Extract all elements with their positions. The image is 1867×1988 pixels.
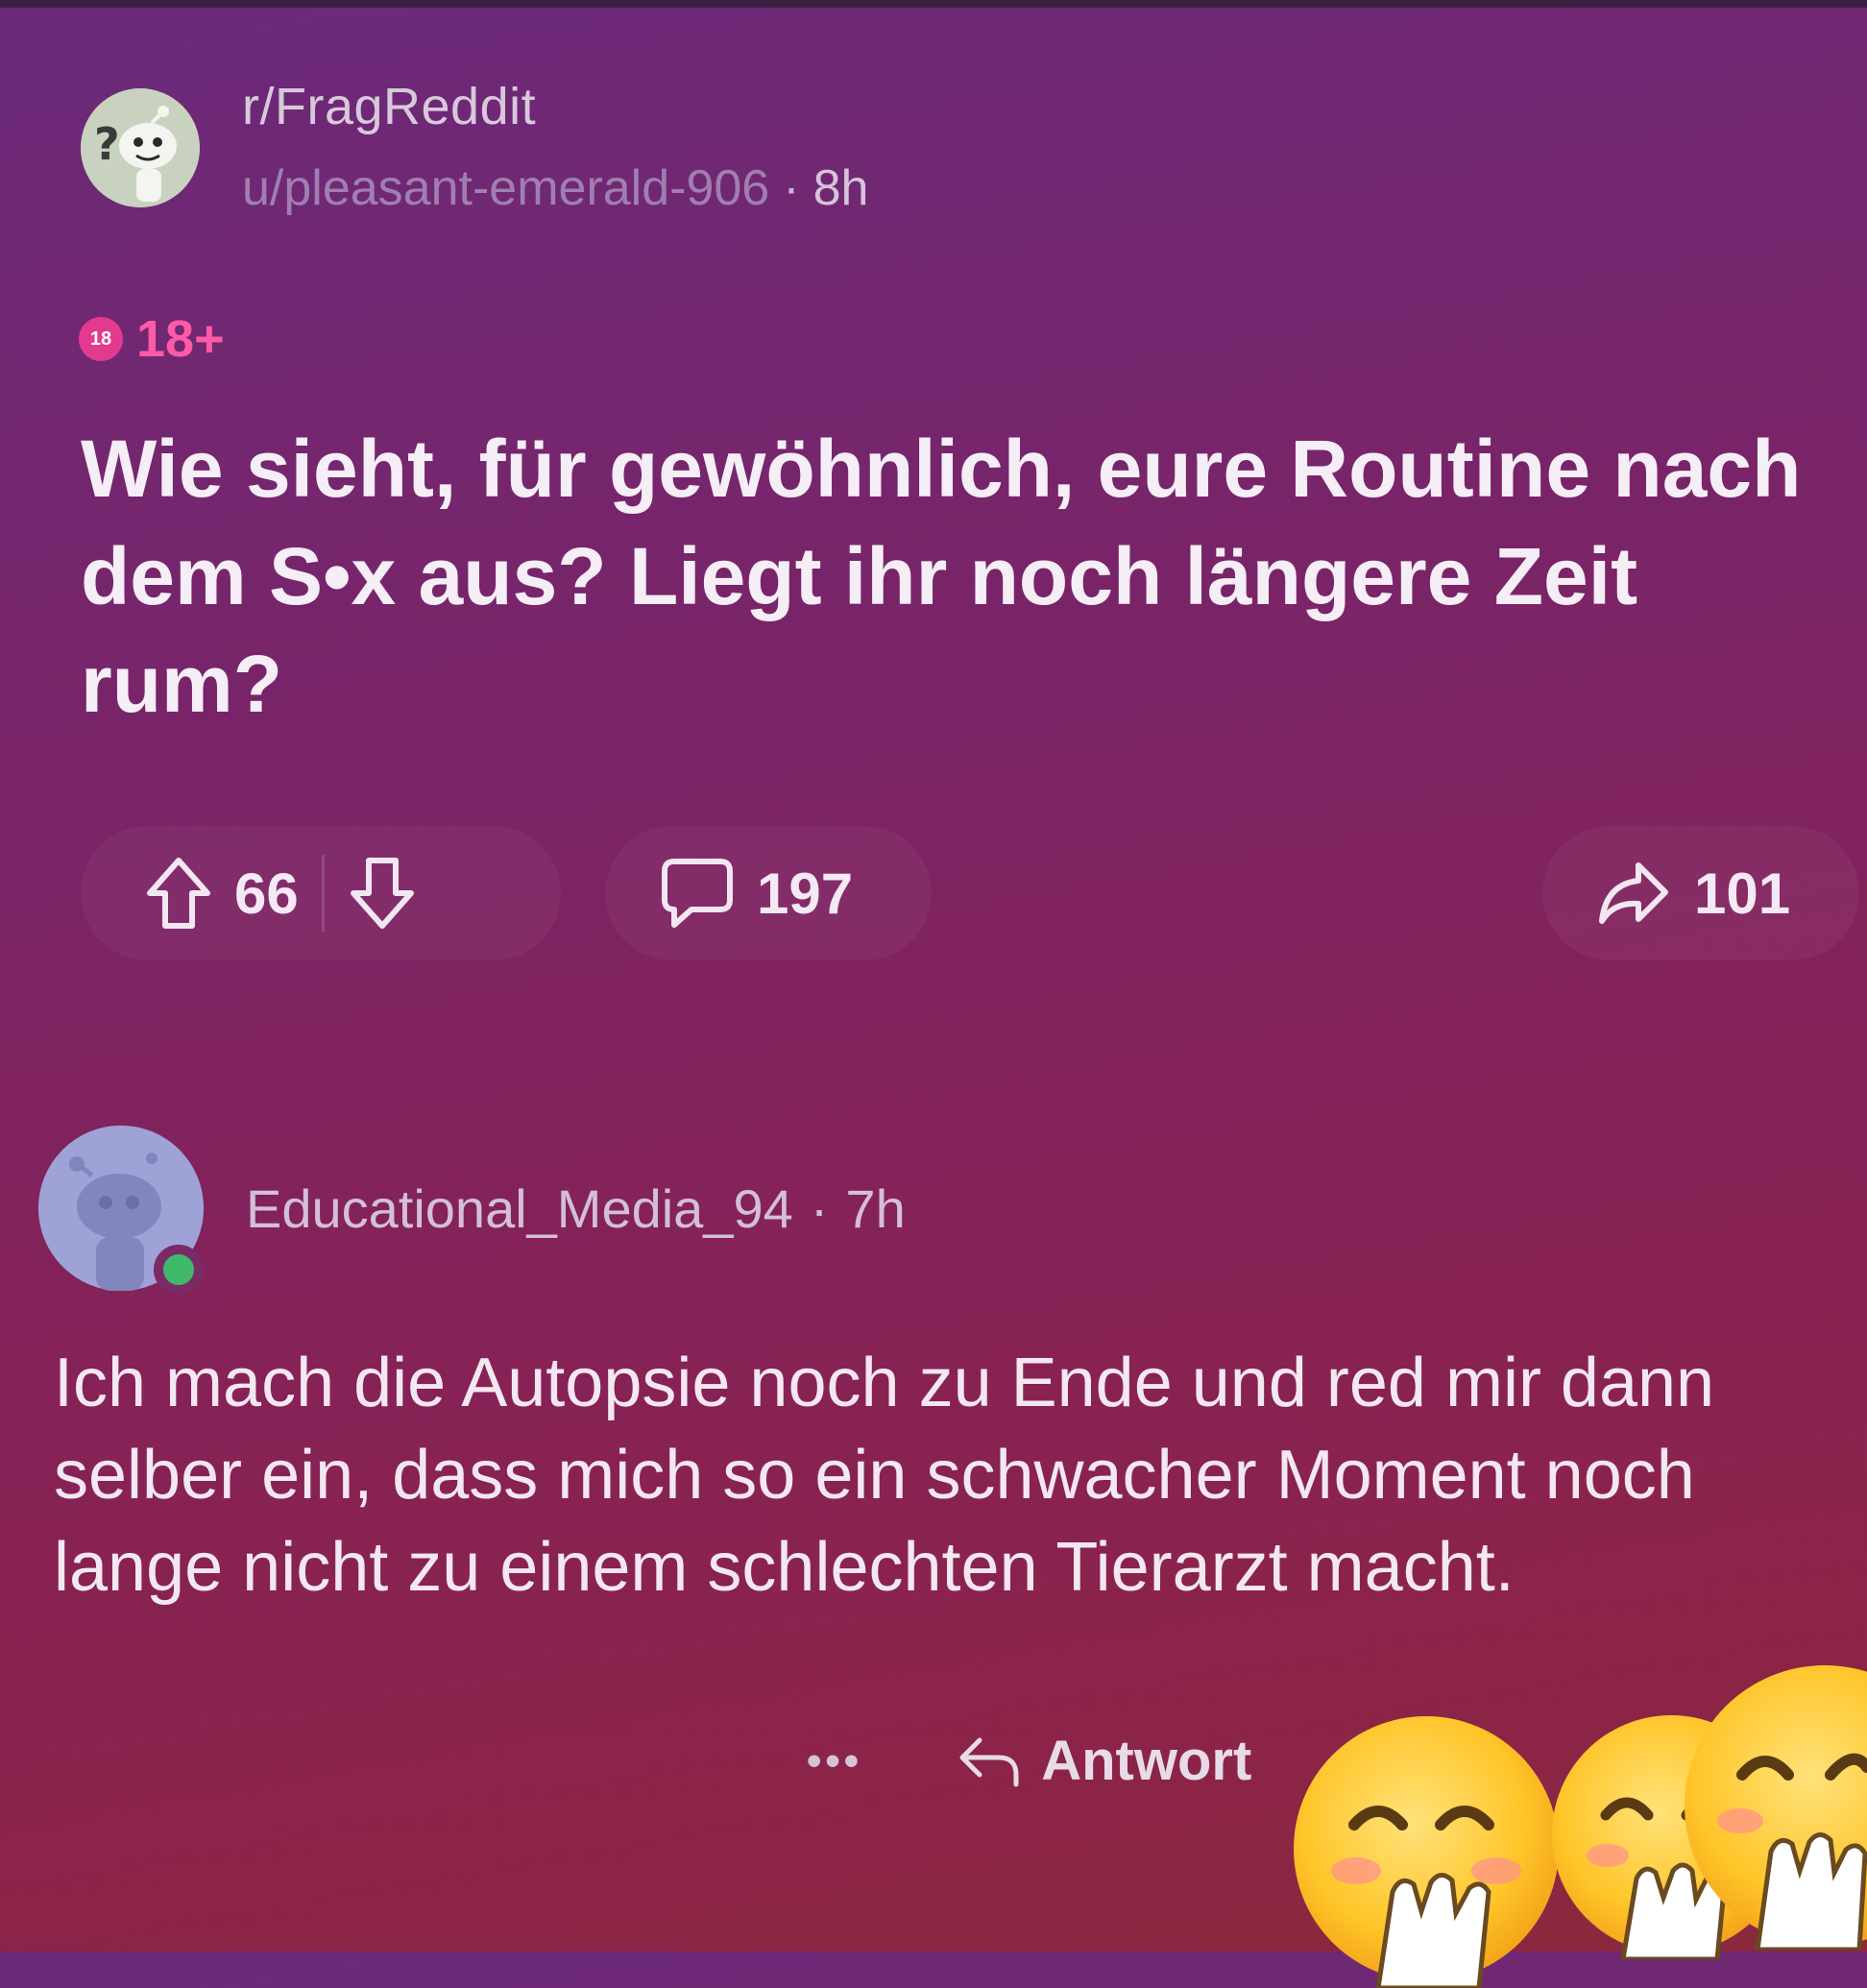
arrow-down-icon[interactable] [348,855,417,932]
post-age: 8h [812,160,869,216]
online-status-indicator [154,1245,204,1295]
vote-divider [321,855,325,932]
more-options-button[interactable]: ••• [807,1737,862,1785]
speech-bubble-icon [662,859,733,928]
comment-meta: Educational_Media_94 · 7h [246,1177,906,1240]
nsfw-18-icon: 18 [79,317,123,361]
nsfw-badge: 18 18+ [79,309,225,369]
comment-actions: ••• Antwort [807,1729,1251,1793]
nsfw-label: 18+ [136,310,225,368]
post-author[interactable]: u/pleasant-emerald-906 [242,160,769,216]
meta-separator: · [810,1178,829,1239]
arrow-up-icon[interactable] [144,855,213,932]
subreddit-name[interactable]: r/FragReddit [242,77,536,136]
vote-bar: 66 [81,826,561,960]
comment-count: 197 [757,861,854,926]
top-edge [0,0,1867,8]
laughing-emoji-icon [1294,1716,1559,1988]
svg-text:?: ? [94,118,120,170]
comment-author[interactable]: Educational_Media_94 [246,1178,793,1239]
share-button[interactable]: 101 [1542,826,1859,960]
comment-age: 7h [845,1178,906,1239]
upvote-count: 66 [234,861,299,926]
laughing-emoji-icon [1685,1665,1867,1950]
laughing-emoji-overlay [1287,1652,1867,1988]
share-count: 101 [1694,861,1791,926]
snoo-question-icon: ? [81,88,200,207]
reply-button[interactable]: Antwort [1041,1729,1251,1793]
subreddit-avatar[interactable]: ? [81,88,200,207]
comments-button[interactable]: 197 [605,826,932,960]
post-title[interactable]: Wie sieht, für gewöhnlich, eure Routine … [81,415,1819,738]
meta-separator: · [783,160,800,216]
comment-body: Ich mach die Autopsie noch zu Ende und r… [54,1345,1715,1606]
share-arrow-icon [1599,862,1668,924]
reply-arrow-icon[interactable] [955,1733,1022,1790]
post-meta: u/pleasant-emerald-906 · 8h [242,159,868,217]
